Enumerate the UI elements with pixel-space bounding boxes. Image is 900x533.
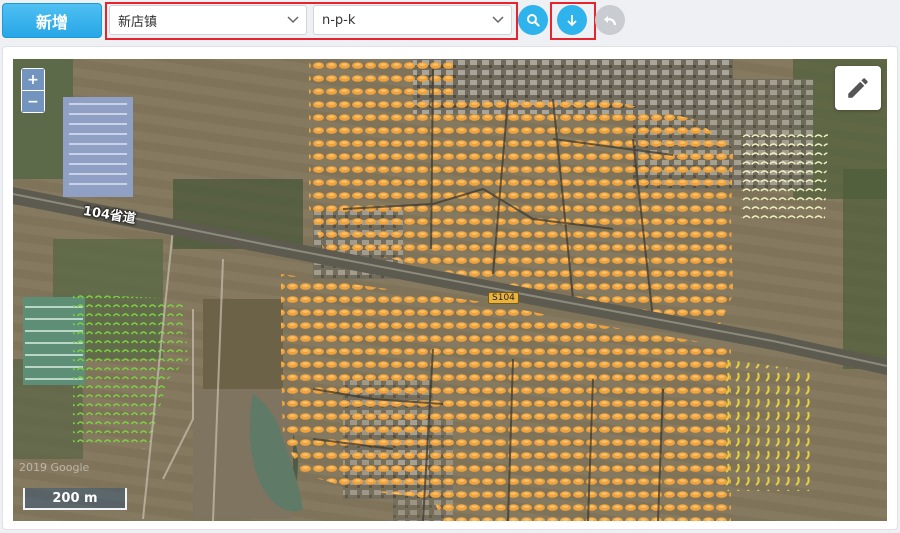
undo-button[interactable] (595, 5, 625, 35)
map-watermark: 2019 Google (19, 461, 90, 474)
scale-bar: 200 m (23, 488, 127, 510)
search-icon (527, 14, 540, 27)
search-button[interactable] (518, 5, 548, 35)
undo-icon (604, 16, 617, 26)
satellite-map[interactable]: 104省道 S104 2019 Google + − 200 m (13, 59, 887, 521)
zoom-control: + − (21, 68, 45, 113)
pencil-icon (848, 78, 868, 98)
zoom-out-button[interactable]: − (22, 91, 44, 112)
map-imagery (13, 59, 887, 521)
selects-highlight-box (105, 2, 518, 40)
edit-button[interactable] (835, 66, 881, 110)
add-button[interactable]: 新增 (2, 3, 102, 38)
toolbar: 新增 新店镇 n-p-k (0, 0, 900, 44)
route-shield: S104 (488, 292, 519, 304)
zoom-in-button[interactable]: + (22, 69, 44, 90)
download-highlight-box (550, 2, 596, 40)
